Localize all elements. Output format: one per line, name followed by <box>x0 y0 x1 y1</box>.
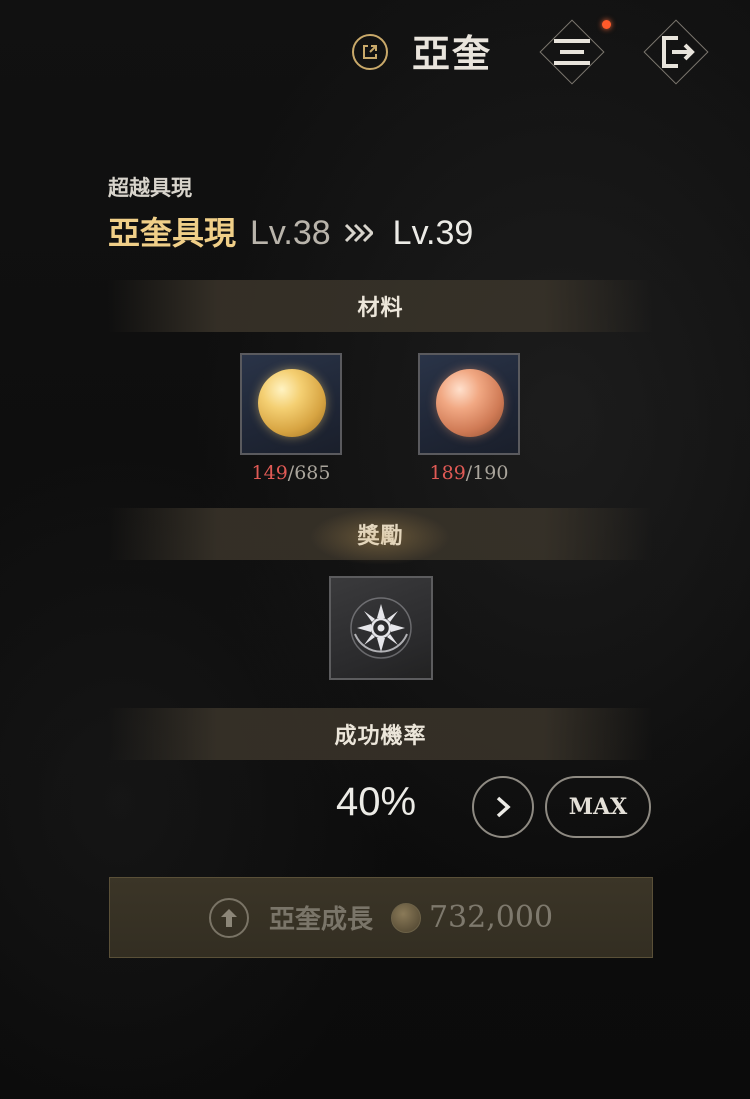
notification-dot <box>602 20 611 29</box>
level-arrow-icon <box>343 220 374 251</box>
upgrade-arrow-icon <box>208 897 249 938</box>
material-slot[interactable] <box>240 353 342 455</box>
material-count: 189/190 <box>399 462 539 484</box>
max-button[interactable]: MAX <box>545 776 651 838</box>
grow-button-label: 亞奎成長 <box>268 905 373 935</box>
material-need: 685 <box>294 462 331 484</box>
increase-rate-button[interactable] <box>472 776 534 838</box>
exit-button[interactable] <box>640 16 712 88</box>
coin-icon <box>390 902 421 933</box>
page: 亞奎 超越具現 亞奎具現 Lv.38 Lv.39 材料 149/685 189/… <box>0 0 750 1099</box>
materials-header: 材料 <box>108 280 653 332</box>
item-name: 亞奎具現 <box>108 214 237 252</box>
material-need: 190 <box>472 462 509 484</box>
grow-button[interactable]: 亞奎成長 732,000 <box>109 877 653 958</box>
grow-cost: 732,000 <box>428 900 554 935</box>
exit-icon <box>662 36 695 68</box>
material-slot[interactable] <box>418 353 520 455</box>
reward-slot[interactable] <box>329 576 433 680</box>
copper-yarn-icon <box>436 369 504 437</box>
next-level: Lv.39 <box>392 214 474 252</box>
menu-icon <box>554 39 590 65</box>
upgrade-subtitle: 超越具現 <box>108 176 192 200</box>
gold-yarn-icon <box>258 369 326 437</box>
chevron-right-icon <box>496 796 511 818</box>
reward-label: 獎勵 <box>357 524 404 549</box>
reward-header: 獎勵 <box>108 508 653 560</box>
external-link-icon[interactable] <box>352 34 388 70</box>
material-have: 149 <box>251 462 288 484</box>
page-title: 亞奎 <box>412 32 493 76</box>
current-level: Lv.38 <box>250 214 331 252</box>
sun-emblem-icon <box>350 597 412 659</box>
material-have: 189 <box>429 462 466 484</box>
header: 亞奎 <box>0 0 750 110</box>
menu-button[interactable] <box>536 16 608 88</box>
materials-label: 材料 <box>357 296 404 321</box>
success-rate-header: 成功機率 <box>108 708 653 760</box>
material-count: 149/685 <box>221 462 361 484</box>
success-rate-value: 40% <box>336 780 417 824</box>
level-row: 亞奎具現 Lv.38 Lv.39 <box>108 208 473 254</box>
success-rate-label: 成功機率 <box>334 724 427 749</box>
